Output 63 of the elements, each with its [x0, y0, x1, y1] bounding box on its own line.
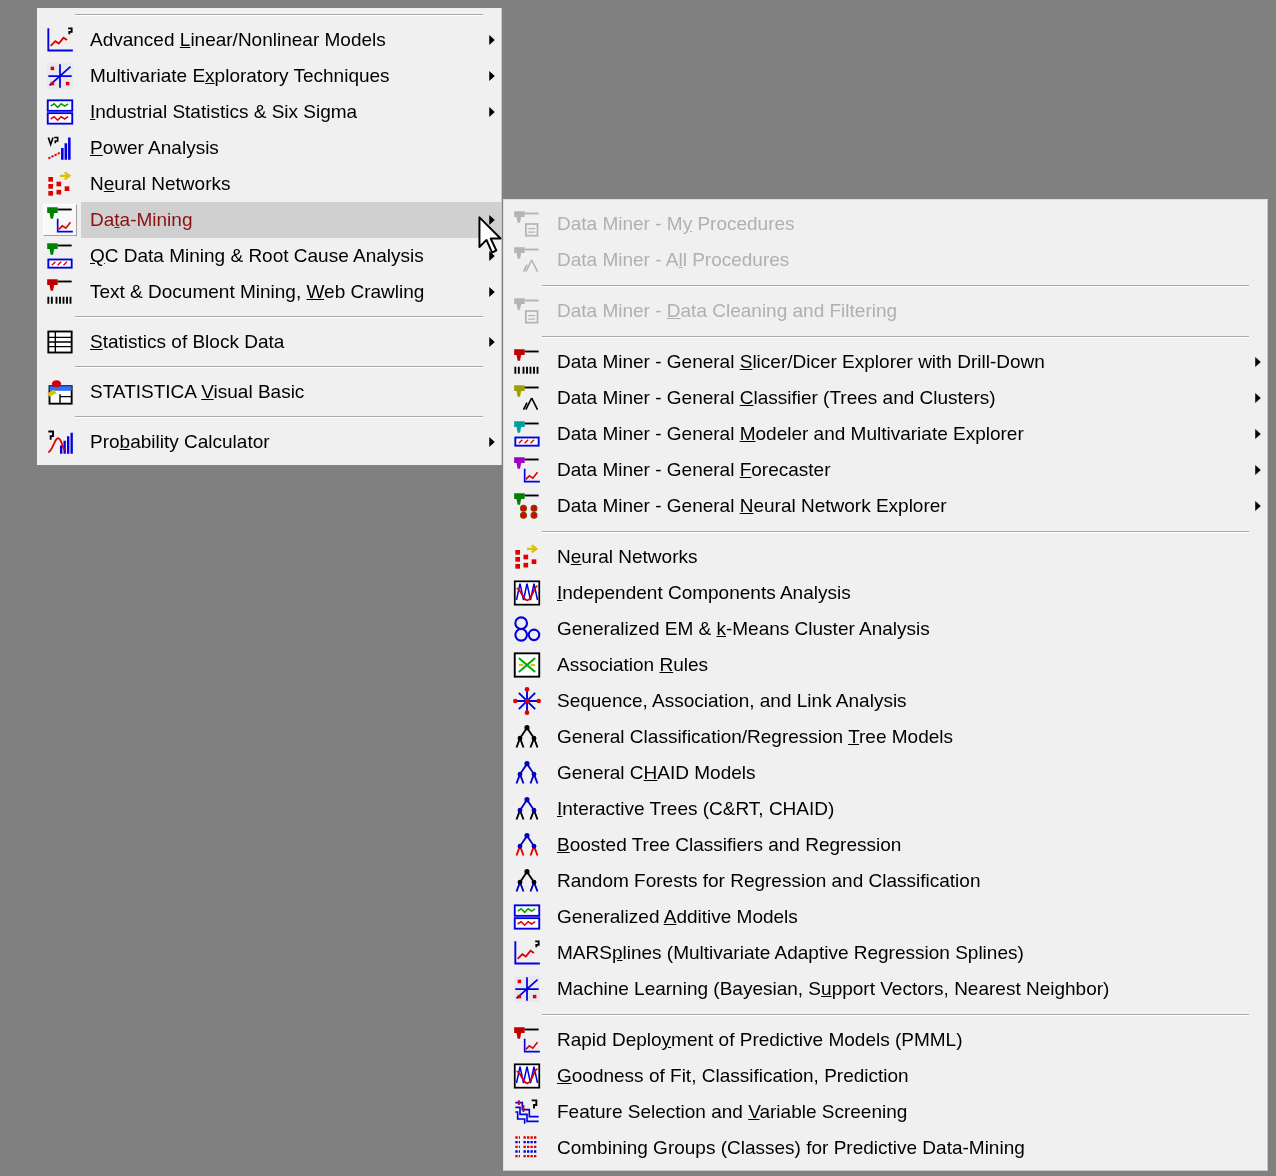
menu-item[interactable]: Neural Networks — [504, 539, 1267, 575]
drill-icon — [46, 206, 74, 234]
scatter-plot-icon — [46, 62, 74, 90]
menu-item[interactable]: Power Analysis — [37, 130, 501, 166]
step-chart-icon — [513, 1098, 541, 1126]
menu-item[interactable]: Statistics of Block Data — [37, 324, 501, 360]
menu-item[interactable]: Random Forests for Regression and Classification — [504, 863, 1267, 899]
table-icon — [46, 328, 74, 356]
menu-item[interactable]: Probability Calculator — [37, 424, 501, 460]
node-grid-icon — [513, 543, 541, 571]
crossing-arrows-icon — [513, 651, 541, 679]
menu-item[interactable]: Neural Networks — [37, 166, 501, 202]
circles-icon — [513, 615, 541, 643]
menu-item[interactable]: Data Miner - General Forecaster — [504, 452, 1267, 488]
menu-item[interactable]: General CHAID Models — [504, 755, 1267, 791]
mouse-pointer-icon — [478, 216, 502, 254]
menu-item[interactable]: Generalized Additive Models — [504, 899, 1267, 935]
bar-chart-icon — [46, 134, 74, 162]
menu-item[interactable]: Interactive Trees (C&RT, CHAID) — [504, 791, 1267, 827]
menu-item[interactable]: STATISTICA Visual Basic — [37, 374, 501, 410]
form-window-icon — [46, 378, 74, 406]
drill-icon — [513, 1026, 541, 1054]
menu-item[interactable]: Multivariate Exploratory Techniques — [37, 58, 501, 94]
drill-icon — [513, 384, 541, 412]
menu-item[interactable]: Boosted Tree Classifiers and Regression — [504, 827, 1267, 863]
scatter-plot-icon — [513, 975, 541, 1003]
drill-icon — [513, 420, 541, 448]
line-chart-icon — [513, 939, 541, 967]
node-grid-icon — [46, 170, 74, 198]
drill-icon — [46, 242, 74, 270]
menu-item[interactable]: Generalized EM & k-Means Cluster Analysis — [504, 611, 1267, 647]
menu-item[interactable]: Feature Selection and Variable Screening — [504, 1094, 1267, 1130]
drill-icon — [513, 456, 541, 484]
menu-item[interactable]: Sequence, Association, and Link Analysis — [504, 683, 1267, 719]
menu-item[interactable]: Machine Learning (Bayesian, Support Vectors, Nearest Neighbor) — [504, 971, 1267, 1007]
line-chart-icon — [46, 26, 74, 54]
menu-item[interactable]: Goodness of Fit, Classification, Prediction — [504, 1058, 1267, 1094]
menu-item[interactable]: Independent Components Analysis — [504, 575, 1267, 611]
menu-item[interactable]: Association Rules — [504, 647, 1267, 683]
asterisk-icon — [513, 687, 541, 715]
drill-icon — [513, 348, 541, 376]
menu-item[interactable]: Data Miner - General Classifier (Trees and Clusters) — [504, 380, 1267, 416]
menu-item[interactable]: Text & Document Mining, Web Crawling — [37, 274, 501, 310]
chart-panels-icon — [46, 98, 74, 126]
wave-chart-icon — [513, 579, 541, 607]
menu-item[interactable]: Data Miner - General Neural Network Explorer — [504, 488, 1267, 524]
drill-icon — [513, 246, 541, 274]
menu-item[interactable]: Rapid Deployment of Predictive Models (PMML) — [504, 1022, 1267, 1058]
wave-chart-icon — [513, 1062, 541, 1090]
menu-item[interactable]: Combining Groups (Classes) for Predictive Data-Mining — [504, 1130, 1267, 1166]
chart-panels-icon — [513, 903, 541, 931]
drill-icon — [513, 210, 541, 238]
menu-item[interactable]: General Classification/Regression Tree Models — [504, 719, 1267, 755]
menu-item[interactable]: Data Miner - General Slicer/Dicer Explorer with Drill-Down — [504, 344, 1267, 380]
drill-icon — [46, 278, 74, 306]
menu-item[interactable]: Advanced Linear/Nonlinear Models — [37, 22, 501, 58]
drill-icon — [513, 297, 541, 325]
drill-icon — [513, 492, 541, 520]
menu-item[interactable]: QC Data Mining & Root Cause Analysis — [37, 238, 501, 274]
menu-item[interactable]: Data Miner - General Modeler and Multivariate Explorer — [504, 416, 1267, 452]
probability-chart-icon — [46, 428, 74, 456]
menu-item[interactable]: Industrial Statistics & Six Sigma — [37, 94, 501, 130]
menu-item[interactable]: MARSplines (Multivariate Adaptive Regression Splines) — [504, 935, 1267, 971]
